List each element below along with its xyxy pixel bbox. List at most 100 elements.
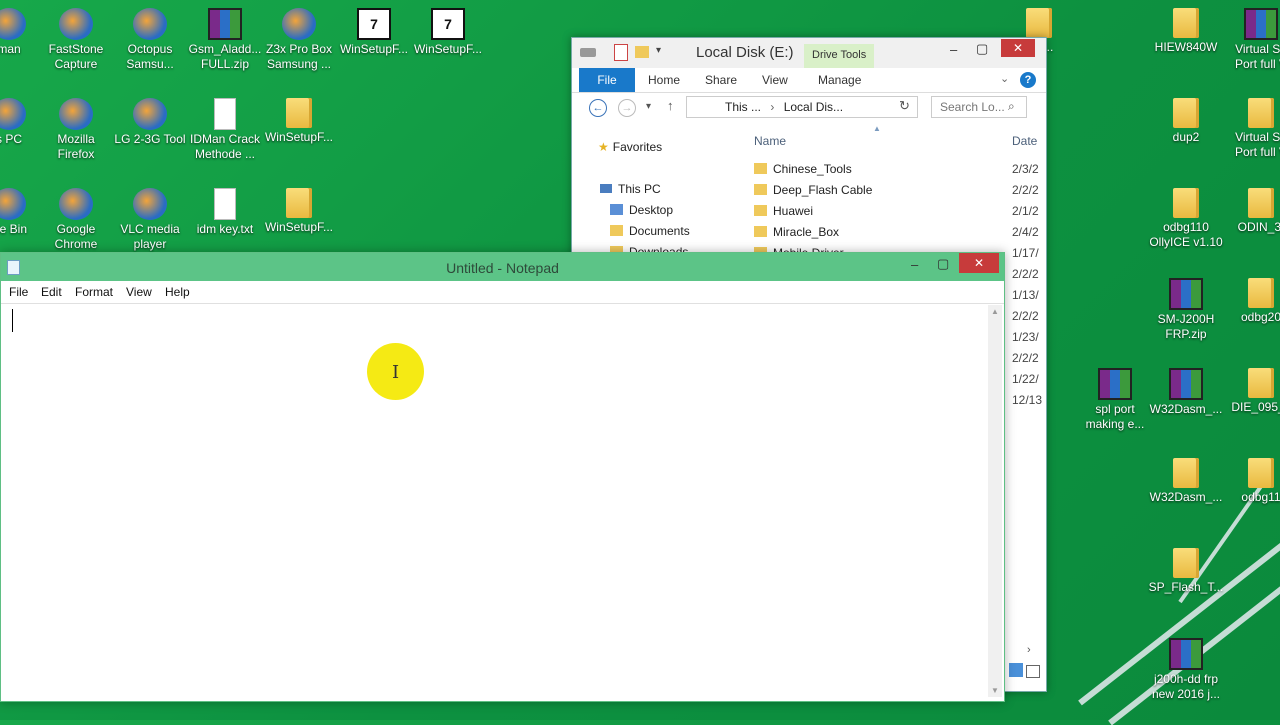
desktop-icon[interactable]: Virtual Se Port full V xyxy=(1222,8,1280,72)
maximize-button[interactable]: ▢ xyxy=(976,41,988,57)
close-button[interactable]: ✕ xyxy=(1001,39,1035,57)
desktop-icon-label: W32Dasm_... xyxy=(1149,402,1223,416)
minimize-button[interactable]: – xyxy=(911,257,918,272)
desktop-icon[interactable]: Gsm_Aladd... FULL.zip xyxy=(186,8,264,72)
desktop-icon[interactable]: ODIN_3. xyxy=(1222,188,1280,235)
scroll-up-icon[interactable]: ▲ xyxy=(991,307,999,316)
folder-icon xyxy=(754,163,767,174)
properties-icon[interactable] xyxy=(614,44,628,61)
breadcrumb-this-pc[interactable]: This ... xyxy=(725,100,761,114)
nav-desktop-label: Desktop xyxy=(629,203,674,217)
menu-format[interactable]: Format xyxy=(75,285,113,299)
file-list-item[interactable]: Huawei xyxy=(754,204,813,218)
menu-view[interactable]: View xyxy=(126,285,152,299)
desktop-icon[interactable]: odbg110 OllyICE v1.10 xyxy=(1147,188,1225,250)
nav-this-pc[interactable]: This PC xyxy=(600,182,661,196)
chevron-down-icon[interactable]: ▾ xyxy=(656,45,661,56)
large-icons-view-icon[interactable] xyxy=(1026,665,1040,678)
installer-icon: 7 xyxy=(357,8,391,40)
desktop-icon[interactable]: Google Chrome xyxy=(37,188,115,252)
desktop-icon[interactable]: idm key.txt xyxy=(186,188,264,237)
desktop-icon[interactable]: SM-J200H FRP.zip xyxy=(1147,278,1225,342)
nav-favorites-label: Favorites xyxy=(612,140,663,154)
tab-share[interactable]: Share xyxy=(705,68,737,92)
notepad-title-bar[interactable]: Untitled - Notepad – ▢ ✕ xyxy=(1,253,1004,281)
scroll-right-icon[interactable]: › xyxy=(1027,644,1031,656)
tab-home[interactable]: Home xyxy=(648,68,680,92)
minimize-button[interactable]: – xyxy=(950,42,957,57)
desktop-icon[interactable]: VLC media player xyxy=(111,188,189,252)
forward-icon[interactable]: → xyxy=(618,99,636,117)
desktop-icon[interactable]: IDMan Crack Methode ... xyxy=(186,98,264,162)
desktop-icon[interactable]: HIEW840W xyxy=(1147,8,1225,55)
menu-file[interactable]: File xyxy=(9,285,28,299)
nav-desktop[interactable]: Desktop xyxy=(610,203,673,217)
archive-icon xyxy=(1169,638,1203,670)
desktop-icon[interactable]: DIE_095_v xyxy=(1222,368,1280,415)
folder-icon xyxy=(1173,188,1199,218)
tab-view[interactable]: View xyxy=(762,68,788,92)
folder-icon xyxy=(610,204,623,215)
folder-icon xyxy=(754,226,767,237)
help-icon[interactable]: ? xyxy=(1020,72,1036,88)
column-header-name[interactable]: Name xyxy=(754,134,786,148)
new-folder-icon[interactable] xyxy=(635,46,649,58)
column-header-date[interactable]: Date xyxy=(1012,134,1037,148)
desktop-icon[interactable]: odbg11 xyxy=(1222,458,1280,505)
explorer-title-bar[interactable]: ▾ Local Disk (E:) Drive Tools – ▢ ✕ xyxy=(572,38,1046,68)
computer-icon xyxy=(600,184,612,193)
desktop-icon[interactable]: dup2 xyxy=(1147,98,1225,145)
sort-arrow-icon: ▲ xyxy=(873,124,881,133)
desktop-icon[interactable]: Virtual Se Port full V xyxy=(1222,98,1280,160)
scroll-down-icon[interactable]: ▼ xyxy=(991,686,999,695)
desktop-icon[interactable]: odbg20 xyxy=(1222,278,1280,325)
file-list-item[interactable]: Deep_Flash Cable xyxy=(754,183,872,197)
desktop-icon[interactable]: 7 WinSetupF... xyxy=(409,8,487,57)
desktop-icon[interactable]: Octopus Samsu... xyxy=(111,8,189,72)
desktop-icon-label: DIE_095_v xyxy=(1231,400,1280,414)
desktop-icon-label: WinSetupF... xyxy=(413,42,483,56)
star-icon: ★ xyxy=(598,140,609,154)
desktop-icon-label: HIEW840W xyxy=(1154,40,1218,54)
desktop-icon[interactable]: j200h-dd frp new 2016 j... xyxy=(1147,638,1225,702)
tab-file[interactable]: File xyxy=(579,68,635,92)
expand-ribbon-icon[interactable]: ⌄ xyxy=(1000,72,1009,85)
refresh-icon[interactable]: ↻ xyxy=(899,98,910,114)
desktop-icon[interactable]: W32Dasm_... xyxy=(1147,458,1225,505)
desktop-icon[interactable]: WinSetupF... xyxy=(260,98,338,145)
folder-icon xyxy=(1173,458,1199,488)
desktop-icon[interactable]: WinSetupF... xyxy=(260,188,338,235)
menu-help[interactable]: Help xyxy=(165,285,190,299)
desktop-icon[interactable]: spl port making e... xyxy=(1076,368,1154,432)
details-view-icon[interactable] xyxy=(1009,663,1023,677)
maximize-button[interactable]: ▢ xyxy=(937,256,949,272)
menu-edit[interactable]: Edit xyxy=(41,285,62,299)
file-date: 2/3/2 xyxy=(1012,162,1039,176)
recent-locations-icon[interactable]: ▾ xyxy=(646,101,651,112)
desktop-icon[interactable]: Z3x Pro Box Samsung ... xyxy=(260,8,338,72)
vertical-scrollbar[interactable]: ▲ ▼ xyxy=(988,305,1002,697)
desktop-icon[interactable]: SP_Flash_T... xyxy=(1147,548,1225,595)
desktop-icon[interactable]: FastStone Capture xyxy=(37,8,115,72)
notepad-window[interactable]: Untitled - Notepad – ▢ ✕ File Edit Forma… xyxy=(0,252,1005,702)
breadcrumb-local-disk[interactable]: Local Dis... xyxy=(784,100,843,114)
up-icon[interactable]: ↑ xyxy=(667,98,674,113)
nav-favorites[interactable]: ★ Favorites xyxy=(598,140,662,154)
application-icon xyxy=(282,8,316,40)
file-name: Miracle_Box xyxy=(773,225,840,239)
desktop-icon[interactable]: 7 WinSetupF... xyxy=(335,8,413,57)
desktop-icon-label: Octopus Samsu... xyxy=(126,42,174,71)
desktop-icon[interactable]: W32Dasm_... xyxy=(1147,368,1225,417)
drive-icon xyxy=(580,48,596,57)
address-bar[interactable]: This ... › Local Dis... xyxy=(686,96,918,118)
desktop-icon[interactable]: Mozilla Firefox xyxy=(37,98,115,162)
tab-manage[interactable]: Manage xyxy=(818,68,861,92)
back-icon[interactable]: ← xyxy=(589,99,607,117)
file-list-item[interactable]: Miracle_Box xyxy=(754,225,839,239)
desktop-icon-label: j200h-dd frp new 2016 j... xyxy=(1151,672,1221,701)
text-editor-area[interactable] xyxy=(3,305,988,697)
file-list-item[interactable]: Chinese_Tools xyxy=(754,162,852,176)
close-button[interactable]: ✕ xyxy=(959,253,999,273)
desktop-icon[interactable]: LG 2-3G Tool xyxy=(111,98,189,147)
nav-documents[interactable]: Documents xyxy=(610,224,690,238)
